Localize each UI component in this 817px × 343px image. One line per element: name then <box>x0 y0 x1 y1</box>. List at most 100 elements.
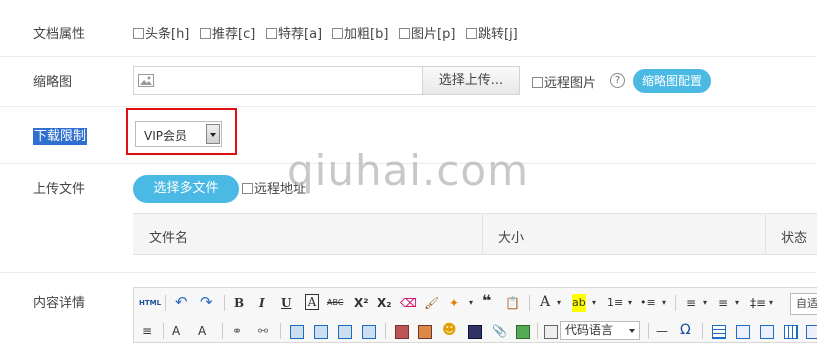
watermark: qiuhai.com <box>287 146 530 195</box>
special-chars-icon[interactable]: Ω <box>680 321 691 339</box>
thumbnail-input[interactable] <box>134 67 423 94</box>
checkbox[interactable] <box>200 28 211 39</box>
paste-plain-icon[interactable]: 📋 <box>505 294 520 312</box>
blockquote-icon[interactable]: ❝ <box>482 292 491 310</box>
toolbar-separator <box>648 323 649 339</box>
font-color-button[interactable]: A <box>540 293 550 311</box>
format-painter-icon[interactable]: 🖌 <box>424 294 439 312</box>
toolbar-separator <box>675 295 676 311</box>
upload-label: 上传文件 <box>33 182 86 197</box>
thumbnail-config-button[interactable]: 缩略图配置 <box>633 69 711 93</box>
undo-icon[interactable]: ↶ <box>175 293 188 311</box>
unordered-list-button[interactable]: •≡ <box>640 294 656 312</box>
italic-button[interactable]: I <box>259 294 265 312</box>
line-height-button[interactable]: ‡≡ <box>750 294 766 312</box>
subscript-button[interactable]: X₂ <box>377 294 392 312</box>
remote-image-option[interactable]: 远程图片 <box>532 72 596 91</box>
checkbox[interactable] <box>266 28 277 39</box>
doc-props-row: 文档属性 头条[h] 推荐[c] 特荐[a] 加粗[b] 图片[p] 跳转[j] <box>0 0 817 57</box>
justify-icon[interactable]: ≡ <box>142 322 152 340</box>
remote-image-label: 远程图片 <box>544 76 597 91</box>
custom-title-select[interactable]: 自适 <box>790 293 817 315</box>
column-size: 大小 <box>498 231 525 246</box>
background-color-button[interactable]: ab <box>572 294 586 312</box>
flag-label: 加粗[b] <box>344 27 389 42</box>
insert-code-icon[interactable] <box>544 325 558 339</box>
font-border-button[interactable]: A <box>305 294 319 310</box>
chevron-down-icon[interactable]: ▾ <box>662 294 666 312</box>
column-divider <box>482 214 483 254</box>
flag-bold[interactable]: 加粗[b] <box>332 23 388 42</box>
map-icon[interactable] <box>516 325 530 339</box>
auto-format-icon[interactable]: ✦ <box>449 294 459 312</box>
checkbox[interactable] <box>332 28 343 39</box>
video-icon[interactable] <box>468 325 482 339</box>
unlink-icon[interactable]: ⚯ <box>258 322 268 340</box>
help-icon[interactable]: ? <box>610 73 625 88</box>
chevron-down-icon[interactable]: ▾ <box>557 294 561 312</box>
emotion-icon[interactable]: ☻ <box>442 321 457 339</box>
bold-button[interactable]: B <box>234 294 244 312</box>
checkbox[interactable] <box>399 28 410 39</box>
image-center-icon[interactable] <box>362 325 376 339</box>
simple-upload-icon[interactable] <box>395 325 409 339</box>
row-spacing-top-button[interactable]: ≡ <box>686 294 696 312</box>
delete-row-icon[interactable] <box>806 325 817 339</box>
redo-icon[interactable]: ↷ <box>200 293 213 311</box>
thumbnail-label: 缩略图 <box>33 75 73 90</box>
link-icon[interactable]: ⚭ <box>232 322 242 340</box>
chevron-down-icon[interactable]: ▾ <box>592 294 596 312</box>
chevron-down-icon[interactable]: ▾ <box>628 294 632 312</box>
image-none-icon[interactable] <box>290 325 304 339</box>
underline-button[interactable]: U <box>281 294 291 312</box>
toolbar-separator <box>529 295 530 311</box>
insert-paragraph-before-table-icon[interactable] <box>760 325 774 339</box>
flag-label: 跳转[j] <box>478 27 518 42</box>
chevron-down-icon[interactable]: ▾ <box>703 294 707 312</box>
select-value: VIP会员 <box>144 129 187 143</box>
select-multiple-files-button[interactable]: 选择多文件 <box>133 175 239 203</box>
checkbox[interactable] <box>532 77 543 88</box>
text-direction-ltr-icon[interactable]: A <box>172 322 180 340</box>
flag-label: 特荐[a] <box>278 27 323 42</box>
row-spacing-bottom-button[interactable]: ≡ <box>718 294 728 312</box>
insert-image-icon[interactable] <box>418 325 432 339</box>
html-source-button[interactable]: HTML <box>139 294 161 312</box>
upload-row-bottom <box>0 272 817 273</box>
file-table-header: 文件名 大小 状态 <box>133 213 817 255</box>
select-upload-button[interactable]: 选择上传... <box>423 67 519 94</box>
flag-headline[interactable]: 头条[h] <box>133 23 189 42</box>
ordered-list-button[interactable]: 1≡ <box>607 294 623 312</box>
flag-image[interactable]: 图片[p] <box>399 23 455 42</box>
image-right-icon[interactable] <box>338 325 352 339</box>
download-label: 下载限制 <box>33 125 88 145</box>
download-limit-select[interactable]: VIP会员 <box>135 121 222 147</box>
doc-props-label: 文档属性 <box>33 27 86 42</box>
horizontal-rule-icon[interactable]: — <box>656 322 668 340</box>
flag-jump[interactable]: 跳转[j] <box>466 23 518 42</box>
checkbox[interactable] <box>242 183 253 194</box>
column-divider <box>765 214 766 254</box>
flag-label: 头条[h] <box>145 27 190 42</box>
chevron-down-icon[interactable]: ▾ <box>735 294 739 312</box>
strikethrough-button[interactable]: ABC <box>327 294 343 312</box>
eraser-icon[interactable]: ⌫ <box>400 294 417 312</box>
content-label: 内容详情 <box>33 296 86 311</box>
column-filename: 文件名 <box>149 231 189 246</box>
checkbox[interactable] <box>466 28 477 39</box>
text-direction-rtl-icon[interactable]: A <box>198 322 206 340</box>
insert-table-icon[interactable] <box>712 325 726 339</box>
chevron-down-icon[interactable] <box>206 124 220 144</box>
chevron-down-icon[interactable]: ▾ <box>769 294 773 312</box>
attachment-icon[interactable]: 📎 <box>492 322 507 340</box>
toolbar-separator <box>165 295 166 311</box>
delete-table-icon[interactable] <box>736 325 750 339</box>
insert-row-icon[interactable] <box>784 325 798 339</box>
image-left-icon[interactable] <box>314 325 328 339</box>
flag-special[interactable]: 特荐[a] <box>266 23 322 42</box>
checkbox[interactable] <box>133 28 144 39</box>
superscript-button[interactable]: X² <box>354 294 369 312</box>
flag-recommend[interactable]: 推荐[c] <box>200 23 255 42</box>
chevron-down-icon[interactable]: ▾ <box>469 294 473 312</box>
code-language-select[interactable]: 代码语言 <box>560 321 640 340</box>
